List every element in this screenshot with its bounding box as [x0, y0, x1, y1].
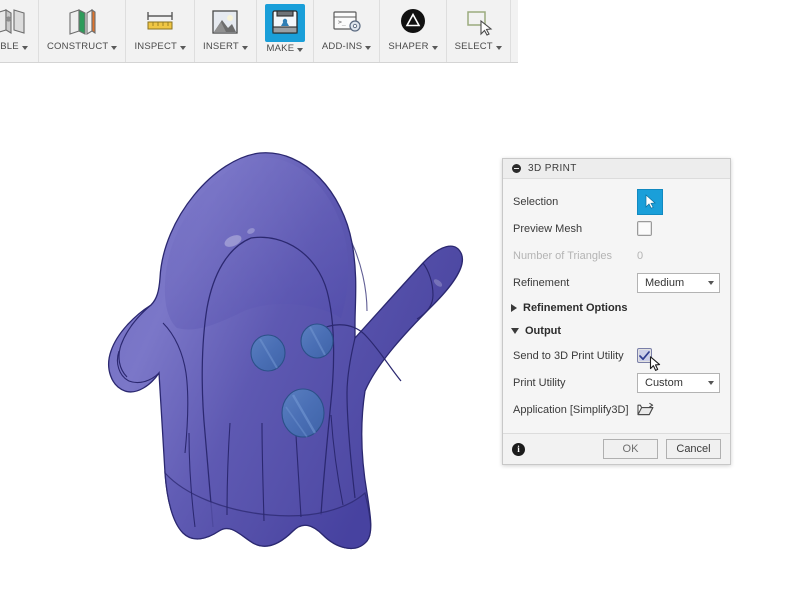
- chevron-down-icon: [365, 46, 371, 50]
- triangle-down-icon: [511, 328, 519, 334]
- open-folder-icon[interactable]: [637, 402, 654, 417]
- fusion-360-window: MBLE CONSTRUCT: [0, 0, 800, 600]
- chevron-down-icon: [180, 46, 186, 50]
- toolbar-group-assemble[interactable]: MBLE: [0, 0, 39, 62]
- preview-mesh-label: Preview Mesh: [513, 223, 637, 235]
- row-number-of-triangles: Number of Triangles 0: [503, 242, 730, 269]
- info-icon[interactable]: i: [512, 443, 525, 456]
- add-ins-icon: >_: [327, 4, 367, 40]
- toolbar-label-select: SELECT: [455, 41, 502, 55]
- dialog-body: Selection Preview Mesh Number of Triangl…: [503, 179, 730, 433]
- collapse-minus-icon[interactable]: [512, 164, 521, 173]
- chevron-down-icon: [111, 46, 117, 50]
- row-selection: Selection: [503, 188, 730, 215]
- toolbar-group-select[interactable]: SELECT: [447, 0, 511, 62]
- shaper-icon: [393, 4, 433, 40]
- assemble-icon: [0, 4, 30, 40]
- number-of-triangles-label: Number of Triangles: [513, 250, 637, 262]
- toolbar-label-inspect: INSPECT: [134, 41, 186, 55]
- refinement-dropdown[interactable]: Medium: [637, 273, 720, 293]
- svg-text:>_: >_: [338, 18, 346, 26]
- number-of-triangles-value: 0: [637, 250, 643, 262]
- chevron-down-icon: [708, 281, 714, 285]
- toolbar-text: CONSTRUCT: [47, 41, 108, 52]
- dialog-footer: i OK Cancel: [503, 433, 730, 464]
- selection-arrow-icon: [644, 194, 657, 209]
- chevron-down-icon: [242, 46, 248, 50]
- ok-button[interactable]: OK: [603, 439, 658, 459]
- insert-icon: [205, 4, 245, 40]
- construct-icon: [62, 4, 102, 40]
- triangle-right-icon: [511, 304, 517, 312]
- row-print-utility: Print Utility Custom: [503, 369, 730, 396]
- row-application: Application [Simplify3D]: [503, 396, 730, 423]
- toolbar-text: INSPECT: [134, 41, 177, 52]
- application-label: Application [Simplify3D]: [513, 404, 637, 416]
- chevron-down-icon: [432, 46, 438, 50]
- chevron-down-icon: [496, 46, 502, 50]
- refinement-value: Medium: [645, 277, 684, 289]
- toolbar-group-insert[interactable]: INSERT: [195, 0, 257, 62]
- chevron-down-icon: [22, 46, 28, 50]
- ghost-model[interactable]: [55, 123, 475, 593]
- print-utility-value: Custom: [645, 377, 683, 389]
- cancel-button[interactable]: Cancel: [666, 439, 721, 459]
- toolbar-text: SHAPER: [388, 41, 428, 52]
- row-preview-mesh: Preview Mesh: [503, 215, 730, 242]
- toolbar-text: SELECT: [455, 41, 493, 52]
- chevron-down-icon: [708, 381, 714, 385]
- inspect-icon: [140, 4, 180, 40]
- make-3d-print-icon: [265, 4, 305, 42]
- toolbar-label-assemble: MBLE: [0, 41, 28, 55]
- toolbar-label-make: MAKE: [267, 43, 304, 57]
- preview-mesh-checkbox[interactable]: [637, 221, 652, 236]
- select-icon: [458, 4, 498, 40]
- refinement-options-label: Refinement Options: [523, 302, 628, 314]
- toolbar-group-shaper[interactable]: SHAPER: [380, 0, 446, 62]
- toolbar-group-inspect[interactable]: INSPECT: [126, 0, 195, 62]
- toolbar-text: ADD-INS: [322, 41, 362, 52]
- main-toolbar: MBLE CONSTRUCT: [0, 0, 518, 63]
- checkmark-icon: [639, 351, 650, 361]
- toolbar-label-add-ins: ADD-INS: [322, 41, 371, 55]
- send-to-utility-label: Send to 3D Print Utility: [513, 350, 637, 362]
- chevron-down-icon: [297, 48, 303, 52]
- row-refinement: Refinement Medium: [503, 269, 730, 296]
- row-send-to-3d-print-utility: Send to 3D Print Utility: [503, 342, 730, 369]
- toolbar-text: MBLE: [0, 41, 19, 52]
- refinement-label: Refinement: [513, 277, 637, 289]
- send-to-utility-checkbox[interactable]: [637, 348, 652, 363]
- toolbar-label-insert: INSERT: [203, 41, 248, 55]
- toolbar-group-make[interactable]: MAKE: [257, 0, 314, 62]
- dialog-title: 3D PRINT: [528, 163, 577, 174]
- print-utility-label: Print Utility: [513, 377, 637, 389]
- dialog-header[interactable]: 3D PRINT: [503, 159, 730, 179]
- toolbar-label-construct: CONSTRUCT: [47, 41, 117, 55]
- toolbar-group-add-ins[interactable]: >_ ADD-INS: [314, 0, 380, 62]
- toolbar-group-construct[interactable]: CONSTRUCT: [39, 0, 126, 62]
- section-output[interactable]: Output: [503, 319, 730, 342]
- selection-button[interactable]: [637, 189, 663, 215]
- output-label: Output: [525, 325, 561, 337]
- 3d-print-dialog: 3D PRINT Selection Preview Mesh Number o…: [502, 158, 731, 465]
- toolbar-label-shaper: SHAPER: [388, 41, 437, 55]
- selection-label: Selection: [513, 196, 637, 208]
- section-refinement-options[interactable]: Refinement Options: [503, 296, 730, 319]
- toolbar-text: INSERT: [203, 41, 239, 52]
- toolbar-text: MAKE: [267, 43, 295, 54]
- print-utility-dropdown[interactable]: Custom: [637, 373, 720, 393]
